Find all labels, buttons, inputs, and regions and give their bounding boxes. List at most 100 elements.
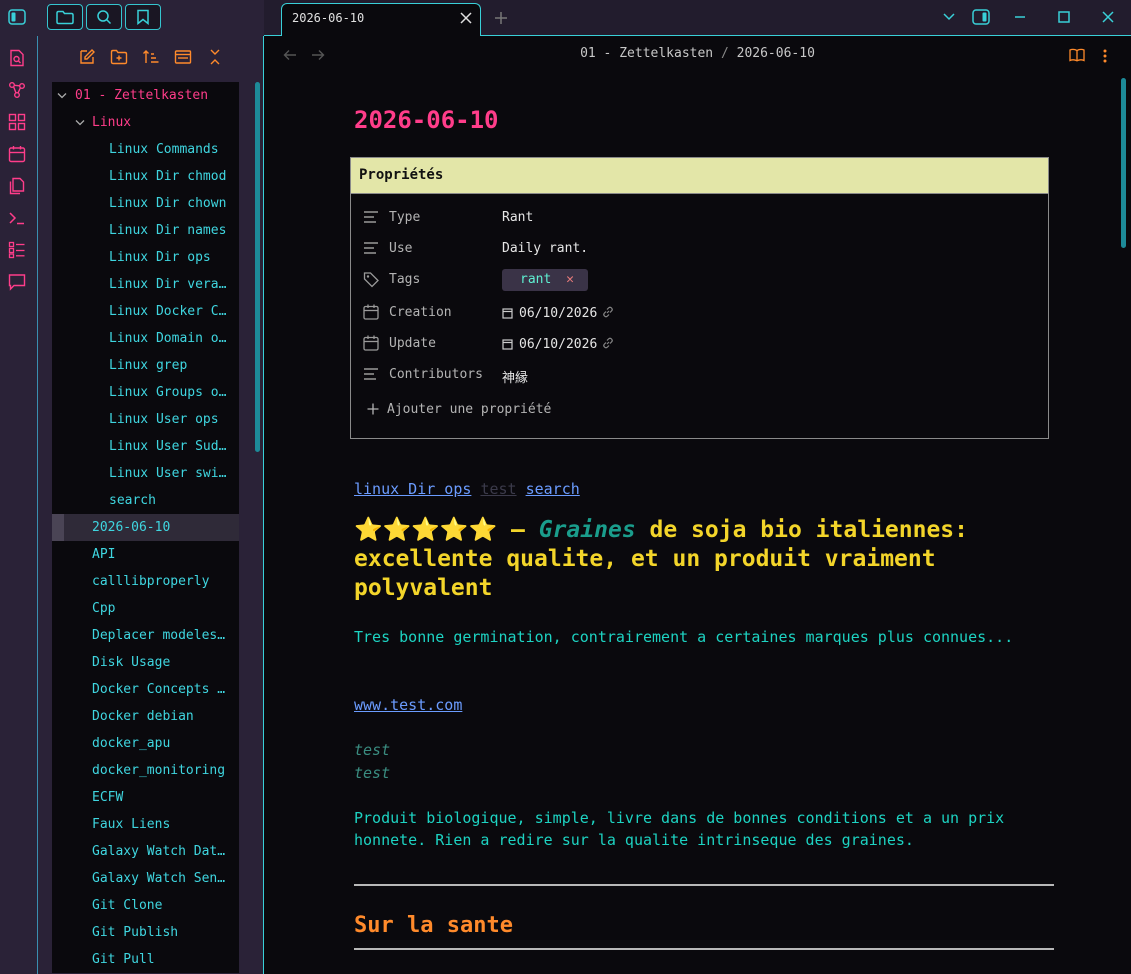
search-in-file-icon[interactable] (8, 49, 26, 67)
external-link[interactable]: www.test.com (354, 696, 462, 714)
sort-icon[interactable] (142, 48, 160, 66)
add-property-button[interactable]: Ajouter une propriété (363, 399, 1023, 423)
list-item[interactable]: Linux Dir names (52, 217, 239, 244)
list-item[interactable]: docker_apu (52, 730, 239, 757)
link-icon[interactable] (601, 336, 615, 350)
note-title[interactable]: 2026-06-10 (354, 106, 499, 134)
file-label: Linux Commands (109, 142, 219, 157)
breadcrumb-folder[interactable]: 01 - Zettelkasten (580, 46, 713, 61)
list-item[interactable]: Linux Docker C… (52, 298, 239, 325)
list-item[interactable]: Linux User swi… (52, 460, 239, 487)
list-item[interactable]: search (52, 487, 239, 514)
chat-icon[interactable] (8, 273, 26, 291)
folder-zettelkasten[interactable]: 01 - Zettelkasten (52, 82, 239, 109)
file-label: Git Clone (92, 898, 163, 913)
date-picker-icon[interactable] (502, 338, 513, 350)
list-item[interactable]: Linux Dir ops (52, 244, 239, 271)
new-folder-icon[interactable] (110, 48, 128, 66)
files-view-button[interactable] (47, 4, 83, 30)
property-creation[interactable]: Creation 06/10/2026 (363, 302, 1023, 326)
breadcrumb-note[interactable]: 2026-06-10 (737, 46, 815, 61)
more-options-icon[interactable] (1103, 49, 1107, 63)
property-value[interactable]: 神縁 (502, 367, 528, 386)
minimize-icon[interactable] (1014, 16, 1026, 18)
note-scrollbar[interactable] (1121, 78, 1126, 248)
file-label: Cpp (92, 601, 116, 616)
graph-view-icon[interactable] (8, 81, 26, 99)
list-item[interactable]: Galaxy Watch Sen… (52, 865, 239, 892)
file-label: Git Publish (92, 925, 179, 940)
list-item[interactable]: Linux Dir chown (52, 190, 239, 217)
list-item[interactable]: Git Pull (52, 946, 239, 973)
kanban-icon[interactable] (8, 241, 26, 259)
date-picker-icon[interactable] (502, 307, 513, 319)
maximize-icon[interactable] (1058, 11, 1070, 23)
paragraph: Tres bonne germination, contrairement a … (354, 628, 1014, 646)
list-item[interactable]: docker_monitoring (52, 757, 239, 784)
date-field[interactable]: 06/10/2026 (502, 305, 615, 321)
folder-linux[interactable]: Linux (52, 109, 239, 136)
templates-icon[interactable] (8, 177, 26, 195)
list-item[interactable]: Faux Liens (52, 811, 239, 838)
list-item[interactable]: Disk Usage (52, 649, 239, 676)
file-label: Linux User Sud… (109, 439, 227, 454)
reading-view-icon[interactable] (1069, 48, 1085, 62)
property-tags[interactable]: Tags rant ✕ (363, 269, 1023, 293)
list-item[interactable]: Linux Dir chmod (52, 163, 239, 190)
explorer-scrollbar[interactable] (255, 82, 260, 452)
internal-link[interactable]: search (526, 480, 580, 498)
list-item[interactable]: Linux Groups o… (52, 379, 239, 406)
collapse-all-icon[interactable] (206, 48, 224, 66)
list-item-active[interactable]: 2026-06-10 (52, 514, 239, 541)
link-icon[interactable] (601, 305, 615, 319)
internal-link[interactable]: linux Dir ops (354, 480, 471, 498)
search-view-button[interactable] (86, 4, 122, 30)
date-field[interactable]: 06/10/2026 (502, 336, 615, 352)
list-item[interactable]: Linux Dir vera… (52, 271, 239, 298)
list-item[interactable]: Cpp (52, 595, 239, 622)
links-line: linux Dir ops test search (354, 480, 580, 498)
bookmarks-view-button[interactable] (125, 4, 161, 30)
list-item[interactable]: Git Clone (52, 892, 239, 919)
file-label: Linux User ops (109, 412, 219, 427)
new-tab-icon[interactable] (494, 11, 508, 25)
list-item[interactable]: Docker debian (52, 703, 239, 730)
property-value[interactable]: Rant (502, 210, 533, 225)
property-type[interactable]: Type Rant (363, 207, 1023, 231)
property-update[interactable]: Update 06/10/2026 (363, 333, 1023, 357)
properties-header[interactable]: Propriétés (351, 158, 1048, 194)
file-label: Linux User swi… (109, 466, 227, 481)
right-sidebar-toggle-icon[interactable] (972, 9, 990, 25)
property-use[interactable]: Use Daily rant. (363, 238, 1023, 262)
tag-chip[interactable]: rant ✕ (502, 269, 588, 291)
list-item[interactable]: ECFW (52, 784, 239, 811)
list-item[interactable]: Linux grep (52, 352, 239, 379)
list-item[interactable]: Docker Concepts … (52, 676, 239, 703)
file-label: Linux Dir ops (109, 250, 211, 265)
calendar-icon[interactable] (8, 145, 26, 163)
tab-active-note[interactable]: 2026-06-10 (281, 3, 481, 36)
list-item[interactable]: Linux User ops (52, 406, 239, 433)
close-tab-icon[interactable] (460, 12, 472, 24)
list-item[interactable]: calllibproperly (52, 568, 239, 595)
remove-tag-icon[interactable]: ✕ (566, 269, 574, 291)
list-item[interactable]: Linux Domain o… (52, 325, 239, 352)
toggle-sidebar-button[interactable] (2, 4, 32, 30)
list-item[interactable]: Linux User Sud… (52, 433, 239, 460)
list-item[interactable]: Deplacer modeles… (52, 622, 239, 649)
list-item[interactable]: Git Publish (52, 919, 239, 946)
auto-reveal-icon[interactable] (174, 48, 192, 66)
list-item[interactable]: Linux Commands (52, 136, 239, 163)
list-item[interactable]: API (52, 541, 239, 568)
property-value[interactable]: Daily rant. (502, 241, 588, 256)
file-label: Git Pull (92, 952, 155, 967)
unresolved-link[interactable]: test (480, 480, 516, 498)
canvas-icon[interactable] (8, 113, 26, 131)
terminal-icon[interactable] (8, 209, 26, 227)
property-contributors[interactable]: Contributors 神縁 (363, 364, 1023, 388)
list-item[interactable]: Galaxy Watch Dat… (52, 838, 239, 865)
chevron-down-icon[interactable] (942, 12, 956, 22)
new-note-icon[interactable] (78, 48, 96, 66)
search-icon (97, 10, 112, 25)
close-window-icon[interactable] (1102, 11, 1114, 23)
